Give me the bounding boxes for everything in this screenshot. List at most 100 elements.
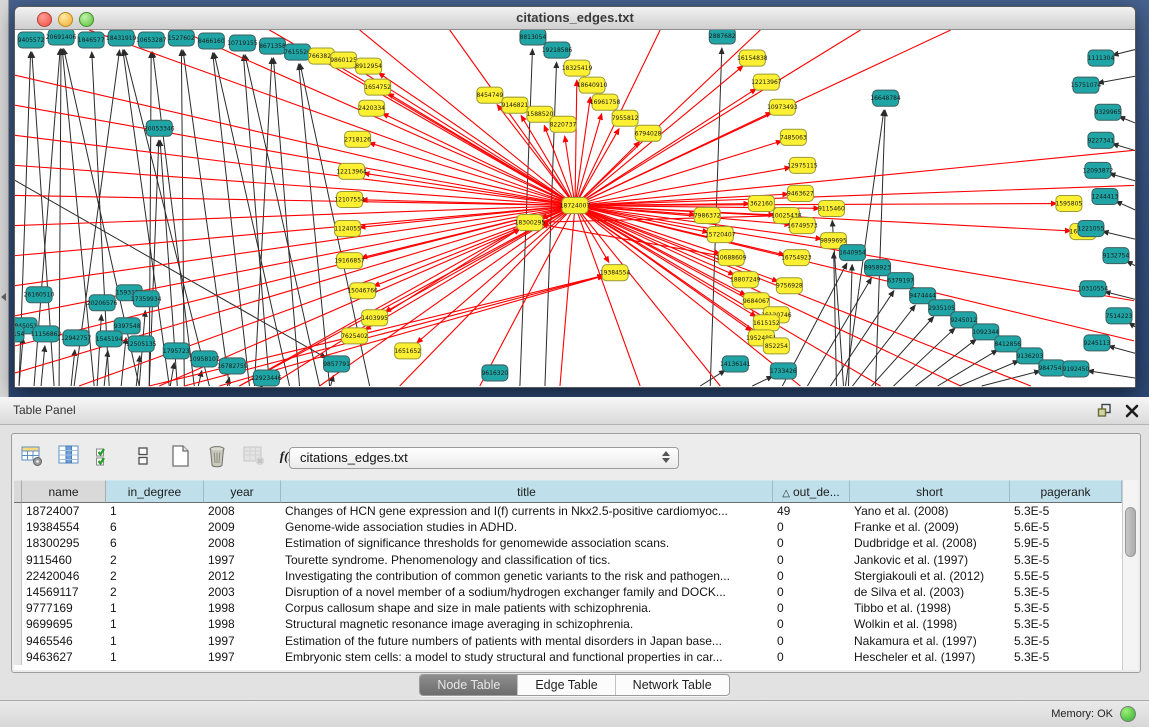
graph-node[interactable]: 1244413 xyxy=(1092,188,1119,204)
cell-title[interactable]: Corpus callosum shape and size in male p… xyxy=(281,600,773,616)
network-canvas[interactable]: 9405572206914061846577184319191065328715… xyxy=(15,30,1135,387)
graph-node[interactable]: 1939154 xyxy=(15,326,25,342)
graph-node[interactable]: 852254 xyxy=(763,338,789,354)
cell-pagerank[interactable]: 5.5E-5 xyxy=(1010,568,1122,584)
cell-year[interactable]: 2009 xyxy=(204,519,281,535)
tab-network-table[interactable]: Network Table xyxy=(615,675,729,695)
cell-year[interactable]: 2012 xyxy=(204,568,281,584)
cell-year[interactable]: 1998 xyxy=(204,616,281,632)
graph-node[interactable]: 9115460 xyxy=(818,200,845,216)
graph-node[interactable]: 20206576 xyxy=(87,295,118,311)
graph-node[interactable]: 8466160 xyxy=(198,33,225,49)
edge[interactable] xyxy=(41,346,45,386)
cell-short[interactable]: Stergiakouli et al. (2012) xyxy=(850,568,1010,584)
graph-node[interactable]: 19384554 xyxy=(600,265,631,281)
graph-node[interactable]: 10688609 xyxy=(716,250,747,266)
cell-pagerank[interactable]: 5.3E-5 xyxy=(1010,600,1122,616)
unmerge-icon[interactable] xyxy=(129,442,157,470)
graph-node[interactable]: 9329965 xyxy=(1095,104,1122,120)
cell-name[interactable]: 9777169 xyxy=(22,600,106,616)
graph-node[interactable]: 1651652 xyxy=(394,343,421,359)
graph-node[interactable]: 12942757 xyxy=(61,330,92,346)
graph-node[interactable]: 7955812 xyxy=(612,110,639,126)
graph-node[interactable]: 12107554 xyxy=(334,191,365,207)
column-header-year[interactable]: year xyxy=(204,480,281,503)
graph-node[interactable]: 12975115 xyxy=(787,157,818,173)
cell-name[interactable]: 9115460 xyxy=(22,552,106,568)
cell-in_degree[interactable]: 2 xyxy=(106,568,204,584)
cell-short[interactable]: de Silva et al. (2003) xyxy=(850,584,1010,600)
graph-node[interactable]: 9616320 xyxy=(481,365,508,381)
cell-short[interactable]: Nakamura et al. (1997) xyxy=(850,633,1010,649)
graph-node[interactable]: 12093872 xyxy=(1083,162,1114,178)
edge-selected[interactable] xyxy=(575,30,760,205)
column-header-out_degree[interactable]: △out_de... xyxy=(773,480,850,503)
cell-in_degree[interactable]: 1 xyxy=(106,633,204,649)
edge-selected[interactable] xyxy=(239,228,519,386)
column-visibility-icon[interactable] xyxy=(55,442,83,470)
column-header-pagerank[interactable]: pagerank xyxy=(1010,480,1122,503)
cell-out_degree[interactable]: 0 xyxy=(773,519,850,535)
cell-name[interactable]: 22420046 xyxy=(22,568,106,584)
graph-node[interactable]: 18724007 xyxy=(560,197,591,213)
edge[interactable] xyxy=(1113,48,1135,55)
cell-short[interactable]: Hescheler et al. (1997) xyxy=(850,649,1010,665)
edge[interactable] xyxy=(894,328,955,386)
cell-out_degree[interactable]: 49 xyxy=(773,503,850,519)
graph-node[interactable]: 16754923 xyxy=(781,250,812,266)
network-graph[interactable]: 9405572206914061846577184319191065328715… xyxy=(15,30,1135,387)
graph-node[interactable]: 1221055 xyxy=(1078,221,1105,237)
graph-node[interactable]: 2718126 xyxy=(344,131,371,147)
graph-node[interactable]: 1527602 xyxy=(168,30,195,46)
graph-node[interactable]: 7615526 xyxy=(284,44,311,60)
cell-short[interactable]: Tibbo et al. (1998) xyxy=(850,600,1010,616)
cell-short[interactable]: Dudbridge et al. (2008) xyxy=(850,535,1010,551)
cell-in_degree[interactable]: 1 xyxy=(106,600,204,616)
cell-short[interactable]: Wolkin et al. (1998) xyxy=(850,616,1010,632)
cell-title[interactable]: Changes of HCN gene expression and I(f) … xyxy=(281,503,773,519)
cell-title[interactable]: Estimation of the future numbers of pati… xyxy=(281,633,773,649)
graph-node[interactable]: 16648784 xyxy=(870,90,901,106)
edge-selected[interactable] xyxy=(374,205,575,286)
cell-short[interactable]: Franke et al. (2009) xyxy=(850,519,1010,535)
graph-node[interactable]: 2420334 xyxy=(358,100,385,116)
edge[interactable] xyxy=(1129,323,1135,331)
tab-node-table[interactable]: Node Table xyxy=(420,675,517,695)
graph-node[interactable]: 19166857 xyxy=(334,253,365,269)
graph-node[interactable]: 9860125 xyxy=(330,52,357,68)
edge[interactable] xyxy=(170,363,174,386)
cell-short[interactable]: Jankovic et al. (1997) xyxy=(850,552,1010,568)
graph-node[interactable]: 19218586 xyxy=(542,42,573,58)
cell-in_degree[interactable]: 1 xyxy=(106,649,204,665)
collapse-arrow-icon[interactable] xyxy=(1,293,6,301)
graph-node[interactable]: 15720407 xyxy=(705,227,736,243)
cell-out_degree[interactable]: 0 xyxy=(773,552,850,568)
cell-year[interactable]: 2008 xyxy=(204,535,281,551)
graph-node[interactable]: 8671358 xyxy=(259,38,286,54)
graph-node[interactable]: 26160510 xyxy=(24,287,55,303)
cell-out_degree[interactable]: 0 xyxy=(773,600,850,616)
memory-ok-led-icon[interactable] xyxy=(1120,706,1136,722)
edge[interactable] xyxy=(1098,75,1135,83)
delete-table-icon[interactable] xyxy=(240,442,268,470)
graph-node[interactable]: 9857791 xyxy=(323,356,350,372)
column-header-title[interactable]: title xyxy=(281,480,773,503)
cell-out_degree[interactable]: 0 xyxy=(773,633,850,649)
graph-node[interactable]: 10719155 xyxy=(227,35,258,51)
graph-node[interactable]: 1846577 xyxy=(78,32,105,48)
cell-short[interactable]: Yano et al. (2008) xyxy=(850,503,1010,519)
graph-node[interactable]: 8912954 xyxy=(355,58,382,74)
graph-node[interactable]: 16782759 xyxy=(217,358,248,374)
cell-pagerank[interactable]: 5.3E-5 xyxy=(1010,503,1122,519)
cell-pagerank[interactable]: 5.3E-5 xyxy=(1010,649,1122,665)
graph-node[interactable]: 20053346 xyxy=(144,120,175,136)
column-header-name[interactable]: name xyxy=(22,480,106,503)
graph-node[interactable]: 15046766 xyxy=(347,283,378,299)
edge[interactable] xyxy=(876,110,886,386)
cell-name[interactable]: 18724007 xyxy=(22,503,106,519)
cell-pagerank[interactable]: 5.3E-5 xyxy=(1010,584,1122,600)
cell-out_degree[interactable]: 0 xyxy=(773,584,850,600)
edge[interactable] xyxy=(752,376,772,386)
graph-node[interactable]: 1795723 xyxy=(163,343,190,359)
cell-out_degree[interactable]: 0 xyxy=(773,535,850,551)
